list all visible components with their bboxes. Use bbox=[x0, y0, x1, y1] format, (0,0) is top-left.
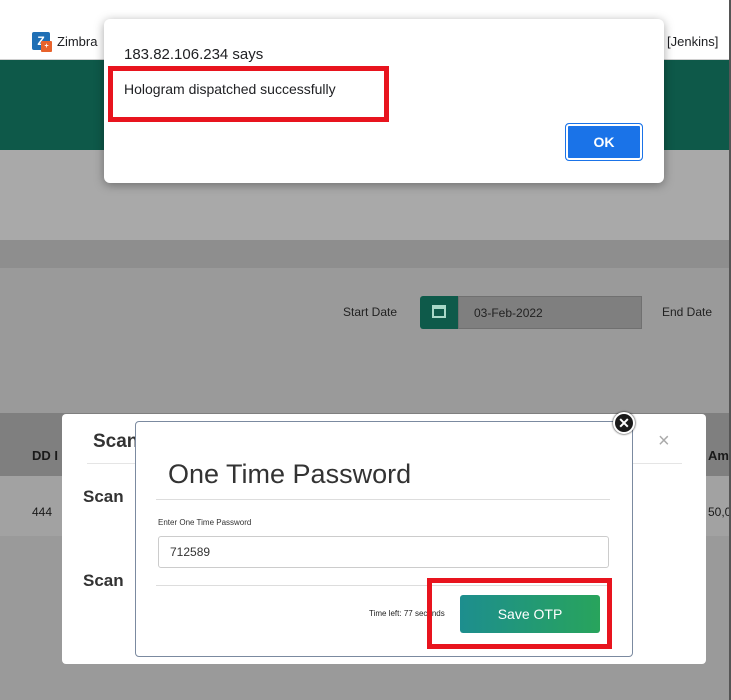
start-date-input[interactable]: 03-Feb-2022 bbox=[458, 296, 642, 329]
tab-zimbra[interactable]: Zimbra bbox=[57, 34, 97, 49]
app-divider bbox=[0, 240, 731, 268]
alert-origin-text: 183.82.106.234 says bbox=[124, 46, 264, 63]
zimbra-logo-icon: Z+ bbox=[32, 32, 52, 52]
table-cell-amount: 50,0 bbox=[708, 505, 731, 519]
divider bbox=[156, 499, 610, 500]
tab-jenkins[interactable]: [Jenkins] bbox=[667, 34, 718, 49]
calendar-icon[interactable] bbox=[420, 296, 458, 329]
column-header-amount: Am bbox=[708, 448, 729, 463]
scan-modal-close-button[interactable]: × bbox=[658, 430, 670, 453]
highlight-box-save-button bbox=[427, 578, 612, 649]
scan-item-label: Scan bbox=[83, 487, 124, 506]
scan-modal-title: Scan bbox=[93, 431, 139, 452]
table-cell-dd: 444 bbox=[32, 505, 53, 519]
scan-item-label: Scan bbox=[83, 571, 124, 590]
otp-field-label: Enter One Time Password bbox=[158, 518, 252, 527]
ok-button[interactable]: OK bbox=[565, 123, 643, 161]
start-date-label: Start Date bbox=[343, 305, 398, 319]
otp-modal-title: One Time Password bbox=[168, 459, 412, 489]
filter-panel bbox=[0, 268, 731, 413]
end-date-label: End Date bbox=[662, 305, 713, 319]
column-header-dd: DD I bbox=[32, 448, 58, 463]
close-icon[interactable]: ✕ bbox=[613, 412, 635, 434]
highlight-box-message bbox=[108, 66, 389, 122]
otp-input[interactable] bbox=[158, 536, 609, 568]
